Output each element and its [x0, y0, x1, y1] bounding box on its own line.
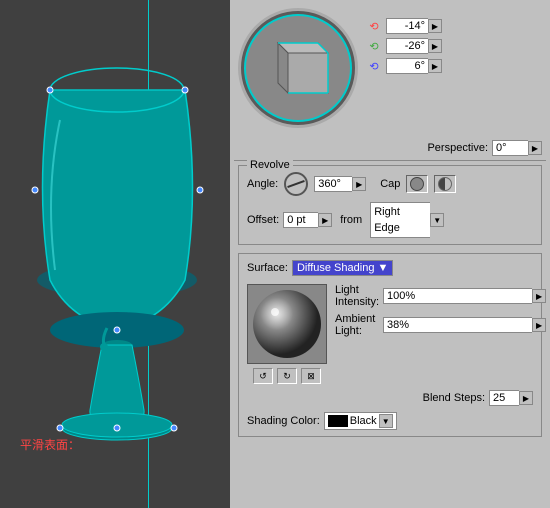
offset-arrow[interactable]: ▶	[318, 213, 332, 227]
cube-inner	[244, 14, 352, 122]
angle-indicator-line	[287, 180, 305, 188]
blend-steps-input[interactable]	[489, 390, 519, 406]
cap-label: Cap	[380, 178, 400, 190]
offset-field-group[interactable]: ▶	[283, 212, 332, 228]
rot-x-icon: ⟲	[366, 18, 382, 34]
blend-steps-row: Blend Steps: ▶	[247, 390, 533, 406]
shading-color-swatch	[328, 415, 348, 427]
cap-button-1[interactable]	[406, 175, 428, 193]
ambient-light-row: Ambient Light: ▶	[335, 313, 546, 337]
cap-button-2[interactable]	[434, 175, 456, 193]
rot-x-field-group[interactable]: ▶	[386, 18, 442, 34]
perspective-label: Perspective:	[427, 142, 488, 154]
offset-row: Offset: ▶ from Right Edge ▼	[247, 202, 533, 238]
rot-z-row: ⟲ ▶	[366, 58, 442, 74]
surface-label: Surface:	[247, 262, 288, 274]
surface-header: Surface: Diffuse Shading ▼	[247, 260, 533, 276]
status-text: 平滑表面：	[20, 436, 80, 453]
shading-color-label: Shading Color:	[247, 415, 320, 427]
cube-section: ⟲ ▶ ⟲ ▶ ⟲ ▶	[230, 0, 550, 136]
light-intensity-label: Light Intensity:	[335, 284, 379, 308]
angle-row: Angle: ▶ Cap	[247, 172, 533, 196]
sphere-preview-container: ↺ ↻ ⊠	[247, 284, 327, 384]
angle-field-group[interactable]: ▶	[314, 176, 366, 192]
surface-params: Light Intensity: ▶ Ambient Light: ▶	[335, 284, 546, 384]
light-intensity-row: Light Intensity: ▶	[335, 284, 546, 308]
cube-preview-svg	[258, 28, 338, 108]
rot-z-icon: ⟲	[366, 58, 382, 74]
surface-dropdown[interactable]: Diffuse Shading ▼	[292, 260, 393, 276]
from-value: Right Edge	[370, 202, 430, 238]
cap-icon-2	[438, 177, 452, 191]
sphere-svg	[249, 286, 325, 362]
viewport-bg: 平滑表面：	[0, 0, 230, 508]
surface-value: Diffuse Shading	[297, 262, 374, 274]
ambient-light-arrow[interactable]: ▶	[532, 318, 546, 332]
rot-y-arrow[interactable]: ▶	[428, 39, 442, 53]
from-field-group[interactable]: Right Edge ▼	[370, 202, 444, 238]
angle-label: Angle:	[247, 178, 278, 190]
rotation-controls: ⟲ ▶ ⟲ ▶ ⟲ ▶	[366, 8, 442, 74]
from-label: from	[340, 214, 362, 226]
rot-y-field-group[interactable]: ▶	[386, 38, 442, 54]
surface-section: Surface: Diffuse Shading ▼	[238, 253, 542, 437]
blend-steps-field-group[interactable]: ▶	[489, 390, 533, 406]
light-intensity-field-group[interactable]: ▶	[383, 288, 546, 304]
sphere-btn-1[interactable]: ↺	[253, 368, 273, 384]
surface-dropdown-arrow: ▼	[377, 262, 388, 274]
perspective-arrow[interactable]: ▶	[528, 141, 542, 155]
blend-steps-label: Blend Steps:	[423, 392, 485, 404]
offset-input[interactable]	[283, 212, 318, 228]
cap-icon-1	[410, 177, 424, 191]
ambient-light-field-group[interactable]: ▶	[383, 317, 546, 333]
rot-y-icon: ⟲	[366, 38, 382, 54]
revolve-section: Revolve Angle: ▶ Cap Offset: ▶	[238, 165, 542, 245]
shading-color-row: Shading Color: Black ▼	[247, 412, 533, 430]
rot-y-row: ⟲ ▶	[366, 38, 442, 54]
light-intensity-input[interactable]	[383, 288, 532, 304]
rot-z-input[interactable]	[386, 58, 428, 74]
angle-circle[interactable]	[284, 172, 308, 196]
surface-body: ↺ ↻ ⊠ Light Intensity: ▶ Ambient Light:	[247, 284, 533, 384]
shading-color-dropdown[interactable]: Black ▼	[324, 412, 397, 430]
rot-x-input[interactable]	[386, 18, 428, 34]
offset-label: Offset:	[247, 214, 279, 226]
perspective-field-group[interactable]: ▶	[492, 140, 542, 156]
rot-y-input[interactable]	[386, 38, 428, 54]
sphere-btn-3[interactable]: ⊠	[301, 368, 321, 384]
light-intensity-arrow[interactable]: ▶	[532, 289, 546, 303]
shading-color-arrow[interactable]: ▼	[379, 414, 393, 428]
from-arrow[interactable]: ▼	[430, 213, 444, 227]
glass-preview	[20, 10, 215, 450]
blend-steps-arrow[interactable]: ▶	[519, 391, 533, 405]
sphere-preview	[247, 284, 327, 364]
ambient-light-input[interactable]	[383, 317, 532, 333]
shading-color-value: Black	[350, 415, 377, 427]
angle-arrow[interactable]: ▶	[352, 177, 366, 191]
right-panel: ⟲ ▶ ⟲ ▶ ⟲ ▶ P	[230, 0, 550, 508]
perspective-input[interactable]	[492, 140, 528, 156]
perspective-row: Perspective: ▶	[230, 136, 550, 160]
rot-x-arrow[interactable]: ▶	[428, 19, 442, 33]
ambient-light-label: Ambient Light:	[335, 313, 379, 337]
viewport-panel: 平滑表面：	[0, 0, 230, 508]
rot-z-arrow[interactable]: ▶	[428, 59, 442, 73]
rot-z-field-group[interactable]: ▶	[386, 58, 442, 74]
sphere-controls: ↺ ↻ ⊠	[247, 368, 327, 384]
sphere-btn-2[interactable]: ↻	[277, 368, 297, 384]
revolve-section-label: Revolve	[247, 159, 293, 171]
cube-viewport	[238, 8, 358, 128]
angle-input[interactable]	[314, 176, 352, 192]
rot-x-row: ⟲ ▶	[366, 18, 442, 34]
